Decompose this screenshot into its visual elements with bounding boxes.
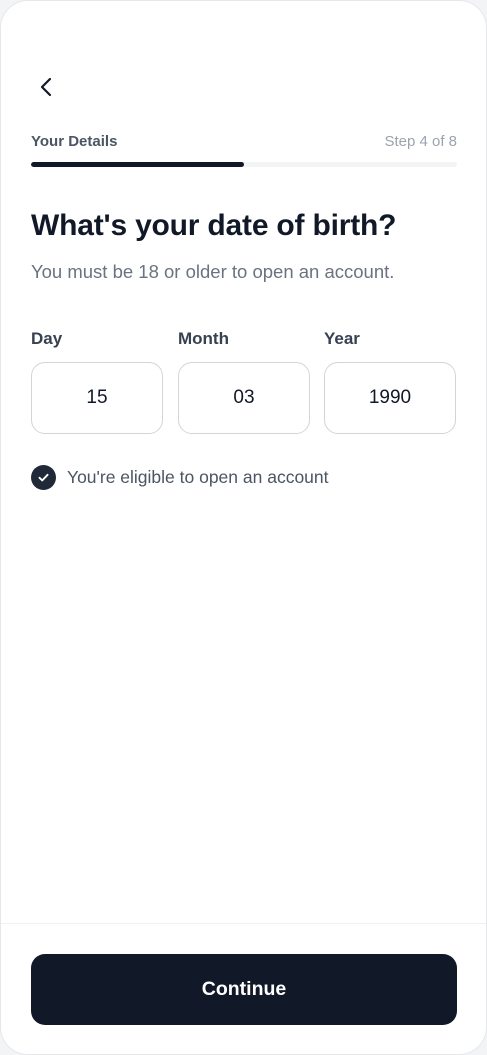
month-label: Month bbox=[178, 329, 229, 348]
progress-bar bbox=[31, 162, 457, 167]
check-circle-icon bbox=[31, 465, 56, 490]
progress-header: Your Details Step 4 of 8 bbox=[31, 133, 457, 153]
eligibility-text: You're eligible to open an account bbox=[67, 467, 329, 487]
year-input[interactable] bbox=[324, 362, 456, 434]
year-label: Year bbox=[324, 329, 360, 348]
day-input[interactable] bbox=[31, 362, 163, 434]
page-subtitle: You must be 18 or older to open an accou… bbox=[31, 261, 395, 282]
back-button[interactable] bbox=[27, 67, 67, 107]
chevron-left-icon bbox=[40, 77, 52, 97]
day-field: Day bbox=[31, 329, 163, 434]
section-label: Your Details bbox=[31, 133, 118, 150]
progress-bar-fill bbox=[31, 162, 244, 167]
year-field: Year bbox=[324, 329, 456, 434]
month-input[interactable] bbox=[178, 362, 310, 434]
eligibility-message: You're eligible to open an account bbox=[31, 465, 329, 490]
app-screen: Your Details Step 4 of 8 What's your dat… bbox=[0, 0, 487, 1055]
footer-divider bbox=[1, 923, 486, 924]
page-title: What's your date of birth? bbox=[31, 209, 397, 242]
step-indicator: Step 4 of 8 bbox=[384, 133, 457, 150]
month-field: Month bbox=[178, 329, 310, 434]
continue-button[interactable]: Continue bbox=[31, 954, 457, 1025]
day-label: Day bbox=[31, 329, 63, 348]
